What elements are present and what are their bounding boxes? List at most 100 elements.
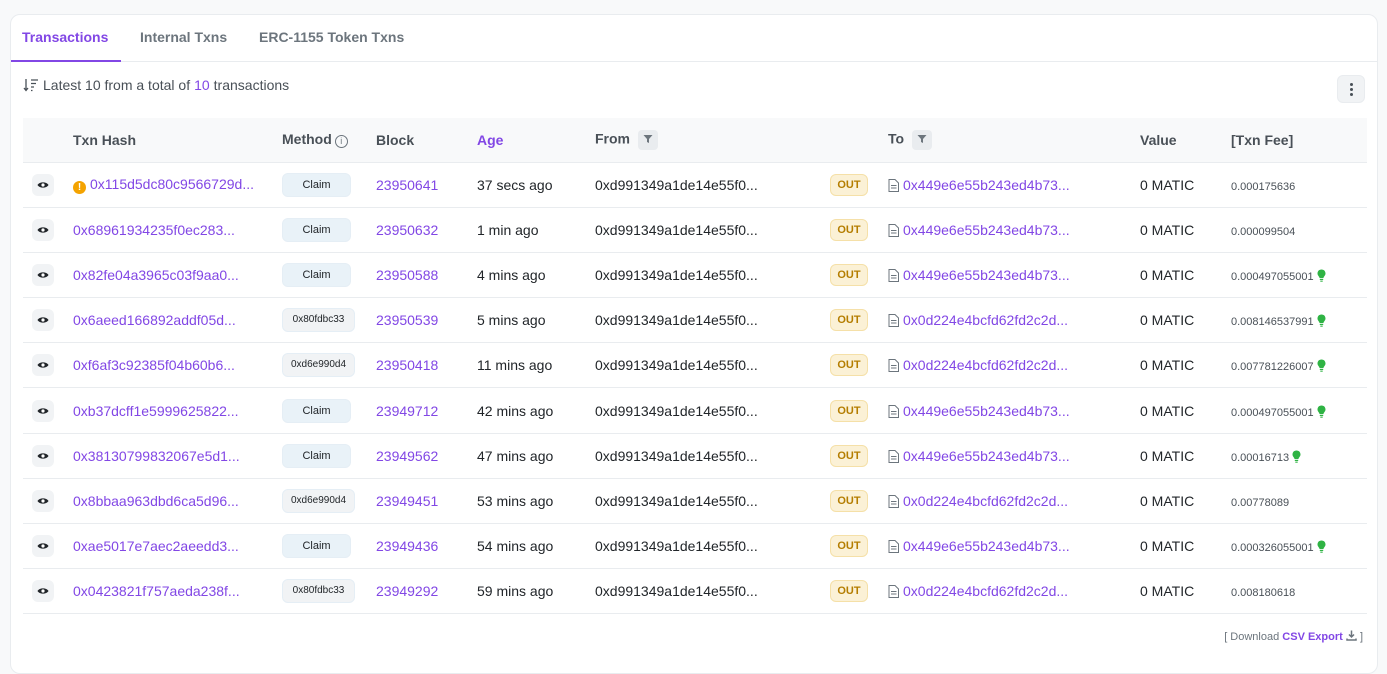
age-cell: 54 mins ago — [477, 523, 595, 570]
block-link[interactable]: 23950641 — [376, 177, 438, 193]
csv-export-link[interactable]: CSV Export — [1282, 631, 1343, 643]
txn-hash-link[interactable]: 0xf6af3c92385f04b60b6... — [73, 357, 235, 373]
from-address[interactable]: 0xd991349a1de14e55f0... — [595, 252, 830, 299]
header-to: To — [888, 118, 1140, 163]
eye-icon[interactable] — [32, 218, 54, 241]
eye-icon[interactable] — [32, 309, 54, 332]
header-age[interactable]: Age — [477, 118, 595, 163]
download-icon[interactable] — [1346, 630, 1357, 641]
from-address[interactable]: 0xd991349a1de14e55f0... — [595, 207, 830, 253]
from-address[interactable]: 0xd991349a1de14e55f0... — [595, 433, 830, 479]
to-address-link[interactable]: 0x0d224e4bcfd62fd2c2d... — [903, 312, 1068, 328]
transactions-table-body: ! 0x115d5dc80c9566729d... Claim 23950641 37 … — [23, 162, 1367, 615]
to-cell: 0x449e6e55b243ed4b73... — [888, 252, 1140, 299]
to-address-link[interactable]: 0x449e6e55b243ed4b73... — [903, 267, 1070, 283]
from-address[interactable]: 0xd991349a1de14e55f0... — [595, 387, 830, 434]
to-address-link[interactable]: 0x0d224e4bcfd62fd2c2d... — [903, 357, 1068, 373]
to-address-link[interactable]: 0x449e6e55b243ed4b73... — [903, 177, 1070, 193]
block-link[interactable]: 23949712 — [376, 403, 438, 419]
tab-erc1155-token-txns[interactable]: ERC-1155 Token Txns — [259, 29, 404, 45]
eye-icon[interactable] — [32, 444, 54, 467]
view-cell — [23, 387, 73, 434]
direction-cell: OUT — [830, 523, 888, 570]
view-cell — [23, 478, 73, 525]
txn-hash-cell: 0x38130799832067e5d1... — [73, 433, 282, 479]
from-address[interactable]: 0xd991349a1de14e55f0... — [595, 342, 830, 389]
tab-transactions[interactable]: Transactions — [22, 29, 108, 45]
to-address-link[interactable]: 0x0d224e4bcfd62fd2c2d... — [903, 493, 1068, 509]
transactions-card: Transactions Internal Txns ERC-1155 Toke… — [10, 14, 1378, 674]
more-options-button[interactable] — [1337, 75, 1365, 103]
lightbulb-icon[interactable] — [1317, 314, 1326, 327]
info-icon[interactable]: i — [334, 135, 348, 149]
lightbulb-icon[interactable] — [1317, 540, 1326, 553]
txn-hash-link[interactable]: 0x6aeed166892addf05d... — [73, 312, 236, 328]
to-address-link[interactable]: 0x449e6e55b243ed4b73... — [903, 538, 1070, 554]
lightbulb-icon[interactable] — [1317, 359, 1326, 373]
block-link[interactable]: 23949436 — [376, 538, 438, 554]
direction-badge: OUT — [830, 489, 868, 512]
contract-icon — [888, 404, 899, 418]
from-address[interactable]: 0xd991349a1de14e55f0... — [595, 297, 830, 344]
header-txn-fee[interactable]: [Txn Fee] — [1231, 118, 1367, 163]
txn-hash-link[interactable]: 0x8bbaa963dbd6ca5d96... — [73, 493, 239, 509]
lightbulb-icon[interactable] — [1317, 405, 1326, 418]
tab-internal-txns[interactable]: Internal Txns — [140, 29, 227, 45]
from-address[interactable]: 0xd991349a1de14e55f0... — [595, 162, 830, 208]
kebab-icon — [1349, 82, 1353, 97]
age-cell: 37 secs ago — [477, 162, 595, 208]
txn-hash-link[interactable]: 0x38130799832067e5d1... — [73, 448, 240, 464]
from-address[interactable]: 0xd991349a1de14e55f0... — [595, 478, 830, 525]
from-address[interactable]: 0xd991349a1de14e55f0... — [595, 568, 830, 615]
to-cell: 0x0d224e4bcfd62fd2c2d... — [888, 478, 1140, 525]
eye-icon[interactable] — [32, 535, 54, 558]
from-address[interactable]: 0xd991349a1de14e55f0... — [595, 523, 830, 570]
block-cell: 23950588 — [376, 252, 477, 299]
lightbulb-icon[interactable] — [1317, 269, 1326, 282]
eye-icon[interactable] — [32, 399, 54, 422]
header-direction — [830, 118, 888, 163]
filter-icon[interactable] — [638, 129, 658, 150]
block-link[interactable]: 23949451 — [376, 493, 438, 509]
txn-hash-link[interactable]: 0x0423821f757aeda238f... — [73, 583, 240, 599]
txn-hash-cell: 0x6aeed166892addf05d... — [73, 297, 282, 344]
block-link[interactable]: 23950539 — [376, 312, 438, 328]
txn-hash-link[interactable]: 0x68961934235f0ec283... — [73, 222, 235, 238]
block-link[interactable]: 23950632 — [376, 222, 438, 238]
table-row: 0xb37dcff1e5999625822... Claim 23949712 42 … — [23, 387, 1367, 434]
direction-badge: OUT — [830, 444, 868, 467]
eye-icon[interactable] — [32, 580, 54, 603]
sort-icon — [23, 79, 38, 92]
block-link[interactable]: 23949292 — [376, 583, 438, 599]
txn-hash-link[interactable]: 0xae5017e7aec2aeedd3... — [73, 538, 239, 554]
block-cell: 23949712 — [376, 387, 477, 434]
txn-hash-cell: 0x0423821f757aeda238f... — [73, 568, 282, 615]
txn-hash-link[interactable]: 0xb37dcff1e5999625822... — [73, 403, 239, 419]
value-cell: 0 MATIC — [1140, 568, 1231, 615]
block-cell: 23949436 — [376, 523, 477, 570]
block-cell: 23949451 — [376, 478, 477, 525]
to-cell: 0x449e6e55b243ed4b73... — [888, 162, 1140, 208]
to-address-link[interactable]: 0x0d224e4bcfd62fd2c2d... — [903, 583, 1068, 599]
block-link[interactable]: 23950588 — [376, 267, 438, 283]
direction-cell: OUT — [830, 478, 888, 525]
eye-icon[interactable] — [32, 173, 54, 196]
eye-icon[interactable] — [32, 354, 54, 377]
txn-hash-link[interactable]: 0x115d5dc80c9566729d... — [90, 176, 254, 192]
table-row: 0x38130799832067e5d1... Claim 23949562 47 m… — [23, 433, 1367, 479]
block-link[interactable]: 23950418 — [376, 357, 438, 373]
filter-icon[interactable] — [912, 129, 933, 150]
txn-hash-link[interactable]: 0x82fe04a3965c03f9aa0... — [73, 267, 239, 283]
age-cell: 5 mins ago — [477, 297, 595, 344]
eye-icon[interactable] — [32, 263, 54, 286]
txn-hash-cell: 0xae5017e7aec2aeedd3... — [73, 523, 282, 570]
summary-count[interactable]: 10 — [194, 77, 210, 93]
to-address-link[interactable]: 0x449e6e55b243ed4b73... — [903, 403, 1070, 419]
method-badge: 0xd6e990d4 — [282, 353, 355, 378]
block-link[interactable]: 23949562 — [376, 448, 438, 464]
eye-icon[interactable] — [32, 489, 54, 512]
lightbulb-icon[interactable] — [1292, 450, 1301, 463]
to-address-link[interactable]: 0x449e6e55b243ed4b73... — [903, 448, 1070, 464]
header-from: From — [595, 118, 830, 163]
to-address-link[interactable]: 0x449e6e55b243ed4b73... — [903, 222, 1070, 238]
